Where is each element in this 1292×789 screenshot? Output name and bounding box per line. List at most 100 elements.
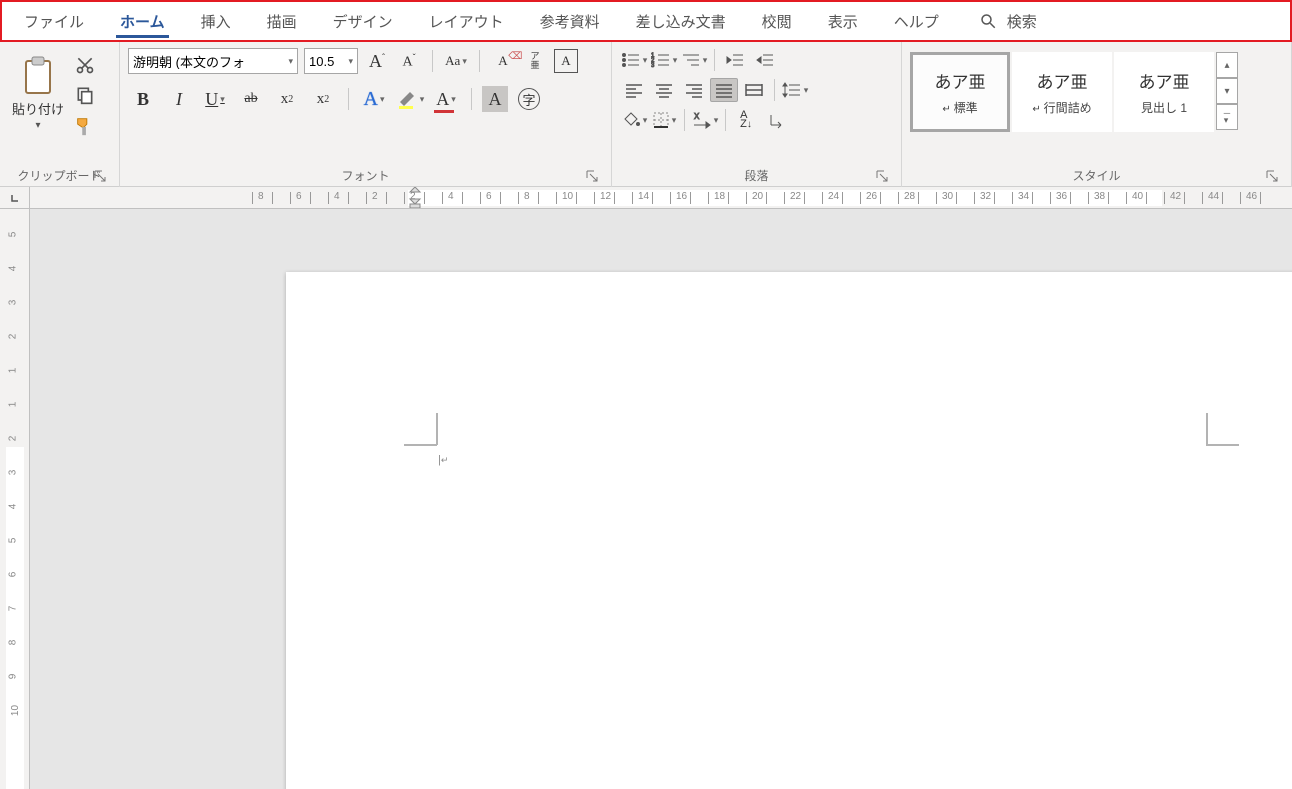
styles-expand[interactable]: ─▾: [1216, 104, 1238, 130]
underline-button[interactable]: U▾: [200, 84, 230, 114]
ruler-number: 5: [7, 232, 18, 238]
text-direction-icon: X: [692, 111, 712, 129]
tab-draw[interactable]: 描画: [249, 2, 315, 40]
tab-mailings[interactable]: 差し込み文書: [618, 2, 744, 40]
bullets-button[interactable]: ▾: [620, 48, 648, 72]
tab-references[interactable]: 参考資料: [522, 2, 618, 40]
tab-insert[interactable]: 挿入: [183, 2, 249, 40]
subscript-button[interactable]: x2: [272, 84, 302, 114]
cut-button[interactable]: [75, 54, 95, 76]
tab-review[interactable]: 校閲: [744, 2, 810, 40]
styles-scroll-down[interactable]: ▾: [1216, 78, 1238, 104]
format-painter-button[interactable]: [74, 114, 96, 138]
ruler-number: 6: [7, 572, 18, 578]
distributed-button[interactable]: [740, 78, 768, 102]
tab-home[interactable]: ホーム: [102, 2, 183, 40]
sort-button[interactable]: AZ↓: [732, 108, 760, 132]
tab-design[interactable]: デザイン: [315, 2, 411, 40]
ruler-number: 3: [7, 470, 18, 476]
ruler-number: 10: [562, 191, 573, 202]
enclose-circle-icon: 字: [518, 88, 540, 110]
increase-indent-button[interactable]: [751, 48, 779, 72]
ruler-number: 2: [7, 334, 18, 340]
shrink-font-button[interactable]: Aˇ: [396, 48, 422, 74]
font-launcher[interactable]: [585, 169, 599, 183]
launcher-icon: [1265, 169, 1279, 183]
style-no-spacing[interactable]: あア亜 ↵ 行間詰め: [1012, 52, 1112, 132]
chevron-down-icon: ▾: [220, 94, 225, 105]
align-right-button[interactable]: [680, 78, 708, 102]
align-left-button[interactable]: [620, 78, 648, 102]
tab-selector[interactable]: [0, 187, 30, 209]
highlight-button[interactable]: ▾: [395, 84, 425, 114]
font-size-combo[interactable]: ▾: [304, 48, 358, 74]
chevron-down-icon: ▾: [643, 55, 648, 66]
italic-button[interactable]: I: [164, 84, 194, 114]
font-size-input[interactable]: [309, 54, 346, 69]
phonetic-guide-button[interactable]: ア亜: [522, 48, 548, 74]
page[interactable]: |↵: [286, 272, 1292, 789]
ruler-number: 18: [714, 191, 725, 202]
ruler-number: 46: [1246, 191, 1257, 202]
margin-corner: [404, 444, 437, 446]
character-shading-button[interactable]: A: [482, 86, 508, 112]
clipboard-launcher[interactable]: [93, 169, 107, 183]
paint-bucket-icon: [621, 111, 641, 129]
font-name-input[interactable]: [133, 54, 286, 69]
styles-launcher[interactable]: [1265, 169, 1279, 183]
tab-file[interactable]: ファイル: [6, 2, 102, 40]
align-justify-button[interactable]: [710, 78, 738, 102]
ruler-number: 40: [1132, 191, 1143, 202]
style-name: 見出し 1: [1141, 99, 1187, 116]
text-effects-button[interactable]: A▾: [359, 84, 389, 114]
font-name-combo[interactable]: ▾: [128, 48, 298, 74]
font-color-button[interactable]: A▾: [431, 84, 461, 114]
paste-button[interactable]: 貼り付け ▾: [8, 48, 68, 138]
numbering-button[interactable]: 123▾: [650, 48, 678, 72]
style-heading1[interactable]: あア亜 見出し 1: [1114, 52, 1214, 132]
show-marks-button[interactable]: [762, 108, 790, 132]
tab-help[interactable]: ヘルプ: [876, 2, 957, 40]
decrease-indent-button[interactable]: [721, 48, 749, 72]
ruler-number: 2: [372, 191, 378, 202]
ruler-number: 42: [1170, 191, 1181, 202]
enclose-characters-button[interactable]: A: [554, 49, 578, 73]
vertical-ruler[interactable]: 5432112345678910: [0, 209, 30, 789]
multilevel-list-button[interactable]: ▾: [680, 48, 708, 72]
strikethrough-button[interactable]: ab: [236, 84, 266, 114]
line-spacing-button[interactable]: ▾: [781, 78, 809, 102]
align-right-icon: [684, 82, 704, 98]
group-label-font: フォント: [341, 167, 389, 184]
styles-scroll-up[interactable]: ▴: [1216, 52, 1238, 78]
ruler-number: 20: [752, 191, 763, 202]
shading-button[interactable]: ▾: [620, 108, 648, 132]
enclose-circle-button[interactable]: 字: [514, 84, 544, 114]
launcher-icon: [93, 169, 107, 183]
ruler-number: 36: [1056, 191, 1067, 202]
grow-font-icon: Aˆ: [369, 51, 385, 72]
ruler-number: 28: [904, 191, 915, 202]
text-effects-icon: A: [364, 88, 378, 111]
tab-layout[interactable]: レイアウト: [411, 2, 522, 40]
align-justify-icon: [714, 82, 734, 98]
horizontal-ruler[interactable]: 8642246810121416182022242628303234363840…: [30, 187, 1292, 209]
borders-button[interactable]: ▾: [650, 108, 678, 132]
ribbon-tabs-outline: ファイル ホーム 挿入 描画 デザイン レイアウト 参考資料 差し込み文書 校閲…: [0, 0, 1292, 42]
clear-formatting-button[interactable]: A⌫: [490, 48, 516, 74]
superscript-button[interactable]: x2: [308, 84, 338, 114]
margin-corner: [1206, 413, 1208, 445]
align-center-button[interactable]: [650, 78, 678, 102]
bold-button[interactable]: B: [128, 84, 158, 114]
grow-font-button[interactable]: Aˆ: [364, 48, 390, 74]
document-area[interactable]: |↵: [30, 209, 1292, 789]
copy-button[interactable]: [75, 84, 95, 106]
tab-view[interactable]: 表示: [810, 2, 876, 40]
paragraph-launcher[interactable]: [875, 169, 889, 183]
shrink-font-icon: Aˇ: [402, 52, 415, 71]
ruler-number: 30: [942, 191, 953, 202]
style-normal[interactable]: あア亜 ↵ 標準: [910, 52, 1010, 132]
change-case-button[interactable]: Aa▾: [443, 48, 469, 74]
ruler-number: 1: [7, 368, 18, 374]
text-direction-button[interactable]: X▾: [691, 108, 719, 132]
search-button[interactable]: 検索: [979, 11, 1037, 32]
